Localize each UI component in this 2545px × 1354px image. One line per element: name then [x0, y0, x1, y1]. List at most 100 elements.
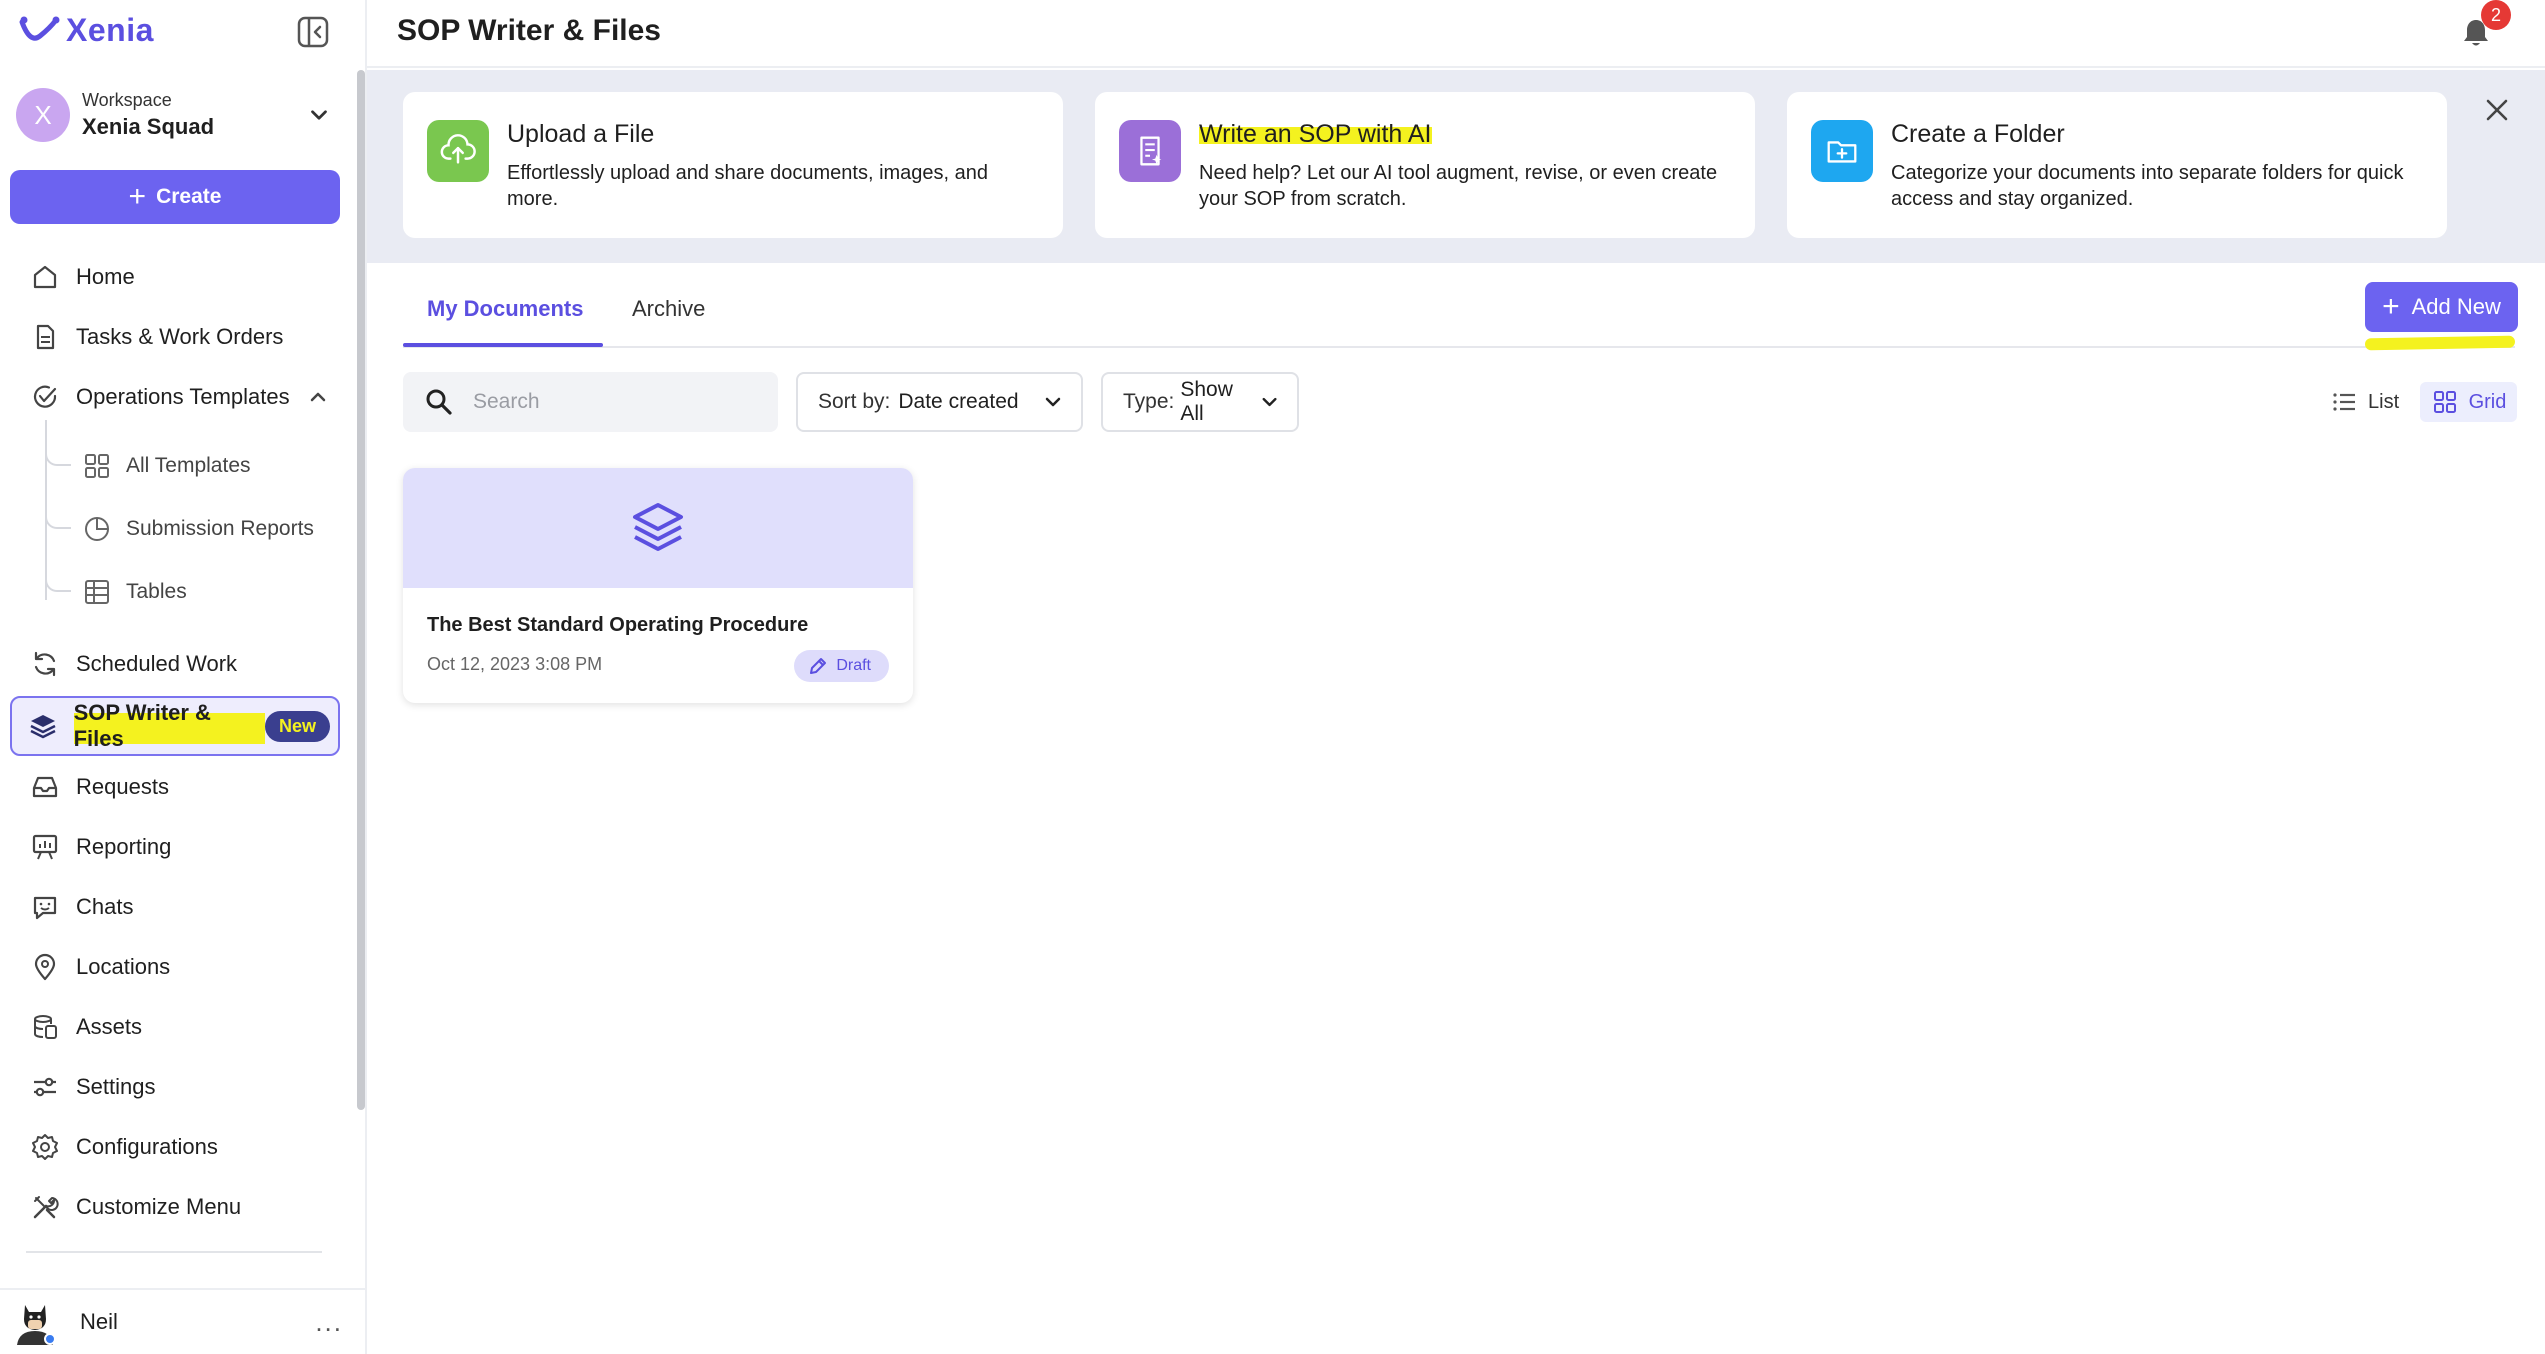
grid-icon: [80, 449, 114, 483]
quick-actions-banner: Upload a File Effortlessly upload and sh…: [367, 70, 2545, 263]
sidebar-item-scheduled-work[interactable]: Scheduled Work: [10, 640, 340, 688]
document-card[interactable]: The Best Standard Operating Procedure Oc…: [403, 468, 913, 703]
add-new-button[interactable]: + Add New: [2365, 282, 2518, 332]
page-title: SOP Writer & Files: [397, 14, 661, 47]
user-profile[interactable]: Neil ...: [0, 1288, 365, 1354]
search-icon: [426, 389, 452, 415]
document-title: The Best Standard Operating Procedure: [427, 614, 809, 636]
sidebar-item-submission-reports[interactable]: Submission Reports: [70, 505, 350, 553]
layers-icon: [26, 709, 60, 743]
plus-icon: +: [2382, 290, 2400, 323]
sidebar-item-home[interactable]: Home: [10, 253, 340, 301]
card-description: Need help? Let our AI tool augment, revi…: [1199, 162, 1718, 210]
sidebar-item-label: Locations: [76, 954, 171, 979]
sort-by-select[interactable]: Sort by: Date created: [796, 372, 1083, 432]
sidebar-item-label: Submission Reports: [126, 517, 314, 540]
presentation-chart-icon: [28, 830, 62, 864]
sidebar-item-label: Tasks & Work Orders: [76, 324, 284, 349]
pencil-icon: [810, 658, 827, 674]
tree-branch: [45, 509, 71, 529]
create-button[interactable]: + Create: [10, 170, 340, 224]
sidebar-item-requests[interactable]: Requests: [10, 763, 340, 811]
home-icon: [28, 260, 62, 294]
search-input[interactable]: [473, 390, 753, 414]
sidebar-item-operations-templates[interactable]: Operations Templates: [10, 373, 340, 421]
card-title: Upload a File: [507, 120, 655, 148]
upload-cloud-icon: [427, 120, 489, 182]
sidebar-item-label: Customize Menu: [76, 1194, 242, 1219]
sidebar: Xenia X Workspace Xenia Squad + Create H…: [0, 0, 367, 1354]
sidebar-item-tasks[interactable]: Tasks & Work Orders: [10, 313, 340, 361]
card-description: Effortlessly upload and share documents,…: [507, 162, 989, 210]
document-thumbnail: [403, 468, 913, 588]
add-new-label: Add New: [2411, 294, 2501, 319]
sidebar-item-customize-menu[interactable]: Customize Menu: [10, 1183, 340, 1231]
type-label: Type:: [1123, 390, 1175, 413]
workspace-switcher[interactable]: X Workspace Xenia Squad: [16, 84, 346, 146]
layers-icon: [633, 503, 683, 551]
sidebar-item-assets[interactable]: Assets: [10, 1003, 340, 1051]
sidebar-item-label: Assets: [76, 1014, 143, 1039]
write-sop-ai-card[interactable]: Write an SOP with AI Need help? Let our …: [1095, 92, 1755, 238]
app-name: Xenia: [66, 12, 154, 48]
create-folder-card[interactable]: Create a Folder Categorize your document…: [1787, 92, 2447, 238]
gear-icon: [28, 1130, 62, 1164]
sidebar-item-all-templates[interactable]: All Templates: [70, 442, 350, 490]
sliders-icon: [28, 1070, 62, 1104]
grid-icon: [2433, 391, 2456, 413]
type-filter-select[interactable]: Type: Show All: [1101, 372, 1299, 432]
chevron-up-icon[interactable]: [306, 385, 330, 409]
sidebar-item-label: Configurations: [76, 1134, 218, 1159]
more-options-icon[interactable]: ...: [315, 1307, 343, 1338]
sidebar-item-settings[interactable]: Settings: [10, 1063, 340, 1111]
top-header: SOP Writer & Files 2: [367, 0, 2545, 68]
sidebar-item-sop-writer[interactable]: SOP Writer & Files New: [10, 696, 340, 756]
view-list-button[interactable]: List: [2330, 382, 2399, 422]
tabs-divider: [403, 346, 2515, 348]
status-badge: Draft: [794, 650, 889, 682]
sidebar-item-label: SOP Writer & Files: [73, 700, 265, 752]
ai-document-icon: [1119, 120, 1181, 182]
sidebar-item-label: Requests: [76, 774, 169, 799]
tree-branch: [45, 446, 71, 466]
document-icon: [28, 320, 62, 354]
user-name: Neil: [80, 1309, 118, 1334]
sidebar-item-reporting[interactable]: Reporting: [10, 823, 340, 871]
notification-count-badge: 2: [2481, 0, 2511, 30]
xenia-logo[interactable]: Xenia: [16, 12, 154, 49]
card-title: Write an SOP with AI: [1199, 120, 1432, 149]
new-badge: New: [264, 710, 330, 742]
card-title-text: Write an SOP with AI: [1199, 120, 1432, 148]
type-value: Show All: [1180, 378, 1233, 425]
workspace-label: Workspace: [82, 90, 172, 110]
status-label: Draft: [836, 657, 871, 674]
view-grid-button[interactable]: Grid: [2420, 382, 2517, 422]
tab-my-documents[interactable]: My Documents: [427, 296, 583, 322]
sidebar-scrollbar[interactable]: [357, 70, 365, 1110]
tab-archive[interactable]: Archive: [632, 296, 705, 322]
xenia-logo-icon: [19, 16, 60, 41]
sidebar-item-label: Scheduled Work: [76, 651, 238, 676]
inbox-icon: [28, 770, 62, 804]
sort-label: Sort by:: [818, 390, 891, 413]
online-status-dot: [44, 1333, 56, 1345]
collapse-sidebar-icon[interactable]: [296, 15, 330, 49]
sidebar-divider: [26, 1251, 322, 1253]
upload-file-card[interactable]: Upload a File Effortlessly upload and sh…: [403, 92, 1063, 238]
sort-value: Date created: [898, 390, 1019, 413]
sidebar-item-tables[interactable]: Tables: [70, 568, 350, 616]
refresh-icon: [28, 647, 62, 681]
close-icon[interactable]: [2481, 94, 2513, 126]
workspace-avatar: X: [16, 88, 70, 142]
search-box[interactable]: [403, 372, 778, 432]
sidebar-item-locations[interactable]: Locations: [10, 943, 340, 991]
chevron-down-icon: [1262, 397, 1277, 407]
sidebar-item-configurations[interactable]: Configurations: [10, 1123, 340, 1171]
view-grid-label: Grid: [2468, 390, 2507, 413]
create-label: Create: [156, 185, 222, 208]
card-title: Create a Folder: [1891, 120, 2065, 148]
location-pin-icon: [28, 950, 62, 984]
document-date: Oct 12, 2023 3:08 PM: [427, 654, 603, 674]
sidebar-item-chats[interactable]: Chats: [10, 883, 340, 931]
sidebar-item-label: Chats: [76, 894, 134, 919]
